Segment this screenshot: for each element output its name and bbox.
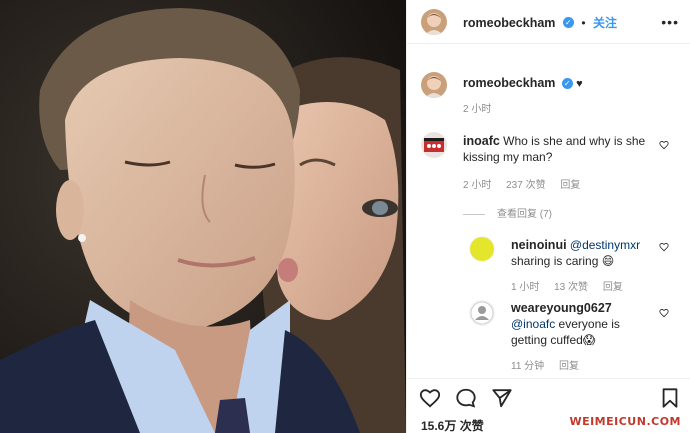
reply-mention[interactable]: @inoafc <box>511 317 555 331</box>
verified-icon: ✓ <box>562 17 574 29</box>
reply-reply-button[interactable]: 回复 <box>559 361 579 372</box>
post-photo-image <box>0 0 406 433</box>
post-panel: romeobeckham ✓ • 关注 ••• romeobeckham ✓ ♥… <box>406 0 690 433</box>
caption-heart: ♥ <box>576 78 583 90</box>
heart-icon[interactable] <box>659 308 669 318</box>
comment-meta: 2 小时 237 次赞 回复 <box>463 176 592 191</box>
comment-username[interactable]: inoafc <box>463 134 500 148</box>
action-bar: 15.6万 次赞 WEIMEICUN.COM <box>407 378 690 433</box>
author-username[interactable]: romeobeckham <box>463 16 555 30</box>
heart-icon[interactable] <box>659 242 669 252</box>
reply-meta: 1 小时 13 次赞 回复 <box>511 278 635 293</box>
reply-body: neinoinui @destinymxr sharing is caring … <box>511 237 656 269</box>
comment-avatar[interactable] <box>421 132 447 158</box>
verified-icon: ✓ <box>561 78 573 90</box>
comment-reply-button[interactable]: 回复 <box>560 180 580 191</box>
reply-meta: 11 分钟 回复 <box>511 357 591 372</box>
reply-avatar[interactable] <box>469 236 495 262</box>
caption-avatar[interactable] <box>421 72 447 98</box>
reply-body: weareyoung0627 @inoafc everyone is getti… <box>511 300 656 348</box>
comment-icon[interactable] <box>455 387 477 409</box>
heart-icon[interactable] <box>659 140 669 150</box>
caption-username[interactable]: romeobeckham <box>463 76 555 90</box>
reply-time: 11 分钟 <box>511 361 545 372</box>
post-likes-count[interactable]: 15.6万 次赞 <box>421 417 484 433</box>
separator-dot: • <box>581 16 586 30</box>
post-header: romeobeckham ✓ • 关注 ••• <box>407 0 690 44</box>
bookmark-icon[interactable] <box>659 387 681 409</box>
heart-icon[interactable] <box>419 387 441 409</box>
watermark: WEIMEICUN.COM <box>569 415 681 428</box>
comment-time: 2 小时 <box>463 180 492 191</box>
comment-body: inoafc Who is she and why is she kissing… <box>463 133 653 165</box>
follow-button[interactable]: 关注 <box>593 16 617 30</box>
reply-likes[interactable]: 13 次赞 <box>554 282 588 293</box>
caption-time: 2 小时 <box>463 104 492 115</box>
reply-text: sharing is caring 😄 <box>511 254 615 268</box>
post-photo <box>0 0 406 433</box>
comment-likes[interactable]: 237 次赞 <box>506 180 545 191</box>
reply-username[interactable]: neinoinui <box>511 238 567 252</box>
view-replies-label[interactable]: 查看回复 (7) <box>497 209 552 220</box>
more-icon[interactable]: ••• <box>661 14 679 30</box>
author-avatar[interactable] <box>421 9 447 35</box>
reply-reply-button[interactable]: 回复 <box>603 282 623 293</box>
reply-username[interactable]: weareyoung0627 <box>511 301 612 315</box>
share-icon[interactable] <box>491 387 513 409</box>
view-replies-button[interactable]: 查看回复 (7) <box>463 205 552 220</box>
view-replies-line <box>463 213 485 215</box>
reply-avatar[interactable] <box>469 300 495 326</box>
reply-time: 1 小时 <box>511 282 540 293</box>
reply-mention[interactable]: @destinymxr <box>570 238 640 252</box>
